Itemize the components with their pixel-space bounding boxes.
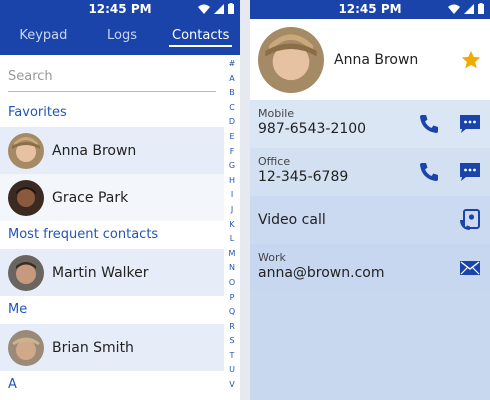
avatar [8, 329, 44, 366]
index-letter[interactable]: U [224, 363, 240, 378]
index-letter[interactable]: Q [224, 305, 240, 320]
office-number-row[interactable]: Office 12-345-6789 [250, 148, 490, 196]
contact-row-brian[interactable]: Brian Smith [0, 324, 224, 371]
index-letter[interactable]: I [224, 188, 240, 203]
contact-row-grace[interactable]: Grace Park [0, 174, 224, 221]
status-bar: 12:45 PM [0, 0, 240, 19]
index-letter[interactable]: N [224, 261, 240, 276]
work-email-row[interactable]: Work anna@brown.com [250, 244, 490, 292]
contact-name: Anna Brown [334, 51, 419, 68]
mobile-label: Mobile [258, 107, 295, 120]
index-letter[interactable]: C [224, 101, 240, 116]
email-icon[interactable] [458, 256, 482, 280]
video-call-icon[interactable] [458, 208, 482, 232]
contact-name: Brian Smith [52, 339, 134, 356]
contacts-screen: 12:45 PM Keypad Logs Contacts Search Fav… [0, 0, 240, 400]
message-icon[interactable] [458, 112, 482, 136]
index-letter[interactable]: G [224, 159, 240, 174]
contact-name: Martin Walker [52, 264, 149, 281]
index-letter[interactable]: B [224, 86, 240, 101]
alphabet-index[interactable]: # A B C D E F G H I J K L M N O P Q R S T U V [224, 55, 240, 400]
contact-row-martin[interactable]: Martin Walker [0, 249, 224, 296]
status-bar: 12:45 PM [250, 0, 490, 19]
avatar [8, 179, 44, 216]
contact-name: Anna Brown [52, 142, 137, 159]
video-call-row[interactable]: Video call [250, 196, 490, 244]
signal-icon [214, 3, 224, 14]
index-letter[interactable]: V [224, 378, 240, 393]
index-letter[interactable]: P [224, 291, 240, 306]
contact-list: Search Favorites Anna Brown Grace Park M… [0, 55, 224, 400]
section-me: Me [0, 296, 224, 324]
index-letter[interactable]: H [224, 174, 240, 189]
phone-call-icon[interactable] [417, 160, 441, 184]
office-label: Office [258, 155, 291, 168]
avatar [8, 254, 44, 291]
battery-icon [478, 3, 484, 14]
office-value: 12-345-6789 [258, 169, 349, 185]
index-letter[interactable]: K [224, 218, 240, 233]
avatar [258, 26, 324, 93]
index-letter[interactable]: T [224, 349, 240, 364]
index-letter[interactable]: M [224, 247, 240, 262]
phone-call-icon[interactable] [417, 112, 441, 136]
wifi-icon [198, 4, 210, 14]
contact-name: Grace Park [52, 189, 129, 206]
message-icon[interactable] [458, 160, 482, 184]
section-a: A [0, 371, 224, 399]
favorite-star-icon[interactable] [460, 49, 482, 71]
mobile-number-row[interactable]: Mobile 987-6543-2100 [250, 100, 490, 148]
index-letter[interactable]: F [224, 145, 240, 160]
battery-icon [228, 3, 234, 14]
index-letter[interactable]: A [224, 72, 240, 87]
index-letter[interactable]: D [224, 115, 240, 130]
tab-logs[interactable]: Logs [83, 19, 162, 55]
signal-icon [464, 3, 474, 14]
search-input[interactable]: Search [8, 65, 216, 92]
index-letter[interactable]: O [224, 276, 240, 291]
index-letter[interactable]: E [224, 130, 240, 145]
contact-detail-screen: 12:45 PM Anna Brown Mobile 987-6543-2100… [250, 0, 490, 400]
avatar [8, 132, 44, 169]
index-letter[interactable]: J [224, 203, 240, 218]
work-label: Work [258, 251, 286, 264]
contact-header: Anna Brown [250, 19, 490, 100]
section-favorites: Favorites [0, 99, 224, 127]
section-frequent: Most frequent contacts [0, 221, 224, 249]
work-email-value: anna@brown.com [258, 265, 385, 281]
index-letter[interactable]: S [224, 334, 240, 349]
index-letter[interactable]: R [224, 320, 240, 335]
wifi-icon [448, 4, 460, 14]
index-letter[interactable]: # [224, 57, 240, 72]
video-call-label: Video call [258, 212, 326, 228]
tab-keypad[interactable]: Keypad [4, 19, 83, 55]
index-letter[interactable]: L [224, 232, 240, 247]
tab-bar: Keypad Logs Contacts [0, 19, 240, 55]
tab-contacts[interactable]: Contacts [161, 19, 240, 55]
mobile-value: 987-6543-2100 [258, 121, 367, 137]
contact-row-anna[interactable]: Anna Brown [0, 127, 224, 174]
